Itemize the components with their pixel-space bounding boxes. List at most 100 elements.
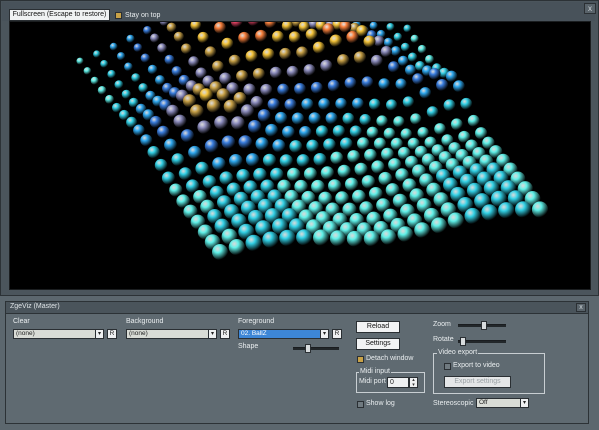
ball	[308, 112, 321, 125]
ball	[214, 22, 226, 34]
ball	[269, 66, 282, 79]
midi-port-spinner-icon[interactable]: ▴ ▾	[409, 377, 418, 388]
ball	[436, 79, 449, 91]
ball	[329, 230, 346, 247]
ball	[219, 72, 232, 85]
ball	[188, 145, 202, 160]
ball	[178, 167, 192, 181]
stereoscopic-select[interactable]: Off	[476, 398, 521, 408]
ball	[417, 44, 427, 54]
ball	[173, 114, 187, 128]
ball	[296, 229, 313, 246]
fullscreen-button[interactable]: Fullscreen (Escape to restore)	[9, 9, 110, 21]
ball	[197, 120, 211, 134]
ball	[303, 64, 316, 76]
ball	[346, 230, 363, 247]
ball	[279, 47, 292, 60]
ball	[245, 234, 262, 252]
ball	[306, 139, 319, 153]
ball	[381, 147, 394, 161]
background-label: Background	[126, 318, 164, 325]
settings-button[interactable]: Settings	[356, 338, 400, 350]
export-settings-button[interactable]: Export settings	[444, 376, 511, 388]
ball	[138, 83, 148, 93]
rotate-slider-handle[interactable]	[460, 337, 467, 346]
ball	[412, 73, 424, 85]
background-reset-button[interactable]: R	[220, 329, 230, 339]
ball	[313, 229, 330, 246]
ball	[318, 98, 331, 110]
ball	[262, 48, 275, 61]
background-dropdown-arrow-icon[interactable]: ▾	[208, 329, 217, 339]
ball	[83, 67, 92, 75]
ball	[296, 46, 308, 59]
ball	[228, 54, 241, 67]
ball	[166, 22, 177, 33]
foreground-select[interactable]: 02. BallZ	[238, 329, 321, 339]
ball	[171, 153, 185, 167]
ball	[301, 98, 314, 111]
ball	[383, 127, 396, 140]
midi-port-input[interactable]: 0	[387, 377, 409, 388]
ball	[447, 212, 464, 229]
ball	[390, 46, 401, 57]
ball	[245, 50, 258, 63]
clear-label: Clear	[13, 318, 30, 325]
ball	[204, 46, 217, 58]
show-log-label: Show log	[366, 400, 395, 407]
ball	[337, 164, 351, 178]
ball	[335, 97, 347, 110]
ball	[161, 171, 175, 185]
ball	[315, 125, 329, 138]
stay-on-top-check-icon[interactable]	[115, 11, 122, 19]
shape-label: Shape	[238, 343, 259, 350]
ball	[126, 34, 135, 43]
ball	[400, 42, 410, 52]
ball	[430, 217, 447, 234]
ball	[245, 153, 260, 167]
shape-slider-track[interactable]	[293, 347, 339, 350]
ball	[147, 64, 158, 75]
panel-close-icon[interactable]: x	[576, 303, 586, 312]
foreground-reset-button[interactable]: R	[332, 329, 342, 339]
reload-button[interactable]: Reload	[356, 321, 400, 333]
ball	[426, 106, 439, 118]
clear-select[interactable]: (none)	[13, 329, 96, 339]
ball	[359, 114, 372, 126]
ball	[133, 43, 143, 52]
ball	[410, 34, 419, 43]
ball	[164, 54, 175, 65]
stereoscopic-dropdown-arrow-icon[interactable]: ▾	[520, 398, 529, 408]
foreground-dropdown-arrow-icon[interactable]: ▾	[320, 329, 329, 339]
close-icon[interactable]: x	[584, 3, 596, 14]
export-to-video-check-icon[interactable]	[444, 363, 451, 370]
ball	[349, 125, 362, 138]
background-select[interactable]: (none)	[126, 329, 209, 339]
ball	[173, 31, 184, 42]
stay-on-top-checkbox[interactable]: Stay on top	[115, 10, 160, 20]
detach-window-check-icon[interactable]	[357, 356, 364, 363]
ball	[281, 22, 293, 32]
ball	[386, 99, 398, 111]
shape-slider-handle[interactable]	[305, 344, 311, 353]
ball	[405, 64, 416, 76]
ball	[344, 77, 357, 89]
ball	[238, 135, 253, 149]
zoom-slider-handle[interactable]	[481, 321, 488, 330]
show-log-check-icon[interactable]	[357, 401, 364, 408]
ball	[419, 87, 432, 99]
ball	[255, 29, 268, 42]
clear-reset-button[interactable]: R	[107, 329, 117, 339]
ball	[445, 70, 458, 82]
clear-dropdown-arrow-icon[interactable]: ▾	[95, 329, 104, 339]
ball	[329, 34, 342, 47]
ball	[410, 113, 422, 125]
ball	[289, 140, 303, 153]
ball	[286, 65, 299, 78]
ball	[264, 22, 277, 29]
ball	[107, 70, 116, 79]
detach-window-label: Detach window	[366, 355, 414, 362]
visualization-viewport[interactable]	[9, 21, 591, 290]
ball	[212, 157, 226, 171]
ball	[133, 124, 145, 137]
